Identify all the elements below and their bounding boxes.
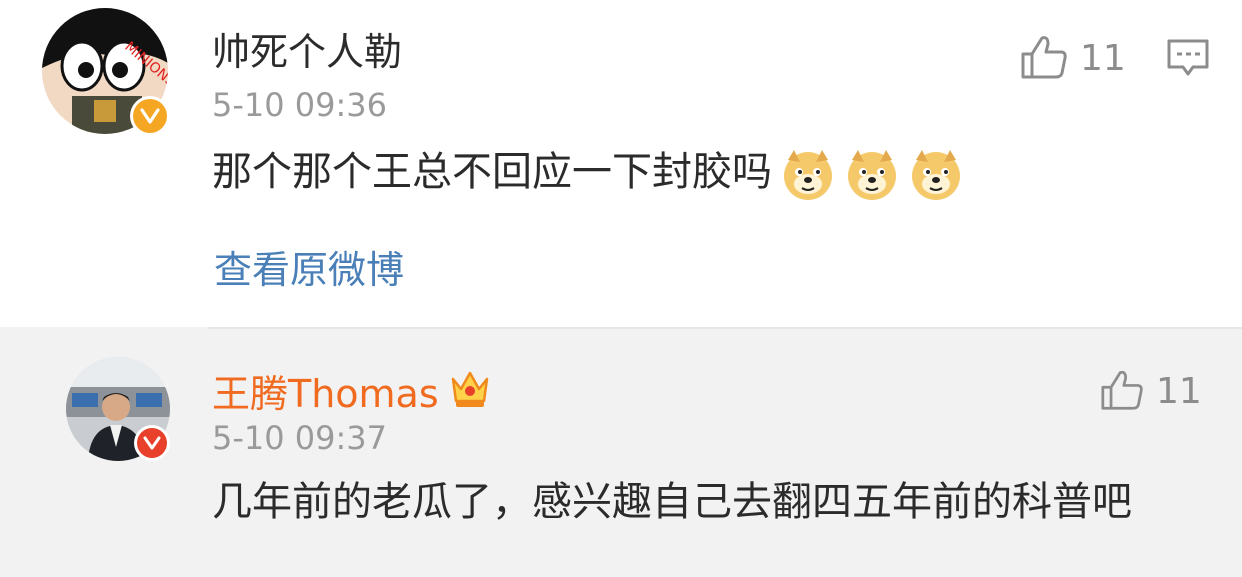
comment-bubble-icon [1166,39,1210,82]
reply-card: 王腾Thomas 5-10 09:37 几年前的老瓜了，感兴趣自己去翻四五年前的… [0,327,1242,577]
comment-text: 那个那个王总不回应一下封胶吗 [212,146,964,202]
verified-badge-icon [130,96,170,136]
reply-timestamp: 5-10 09:37 [212,419,388,457]
thumbs-up-icon [1100,369,1144,415]
reply-button[interactable] [1166,38,1210,82]
reply-avatar[interactable] [66,357,170,461]
comment-card: MINIONS 帅死个人勒 5-10 09:36 那个那个王总不回应一下封胶吗 … [0,0,1242,327]
comment-body: 那个那个王总不回应一下封胶吗 [212,149,772,195]
like-count: 11 [1080,38,1126,79]
divider [208,327,1242,329]
reply-text: 几年前的老瓜了，感兴趣自己去翻四五年前的科普吧 [212,479,1132,525]
reply-like-count: 11 [1156,371,1202,412]
reply-username[interactable]: 王腾Thomas [212,369,491,418]
doge-emoji-icon [908,146,964,202]
reply-like-button[interactable]: 11 [1100,369,1202,415]
doge-emoji-icon [780,146,836,202]
verified-badge-icon [134,425,170,461]
view-original-link[interactable]: 查看原微博 [214,248,404,292]
doge-emoji-icon [844,146,900,202]
username[interactable]: 帅死个人勒 [212,30,402,74]
avatar[interactable]: MINIONS [42,8,170,136]
thumbs-up-icon [1020,34,1068,84]
like-button[interactable]: 11 [1020,34,1126,84]
timestamp: 5-10 09:36 [212,86,388,124]
reply-username-label: 王腾Thomas [212,371,439,416]
crown-vip-icon [449,369,491,418]
